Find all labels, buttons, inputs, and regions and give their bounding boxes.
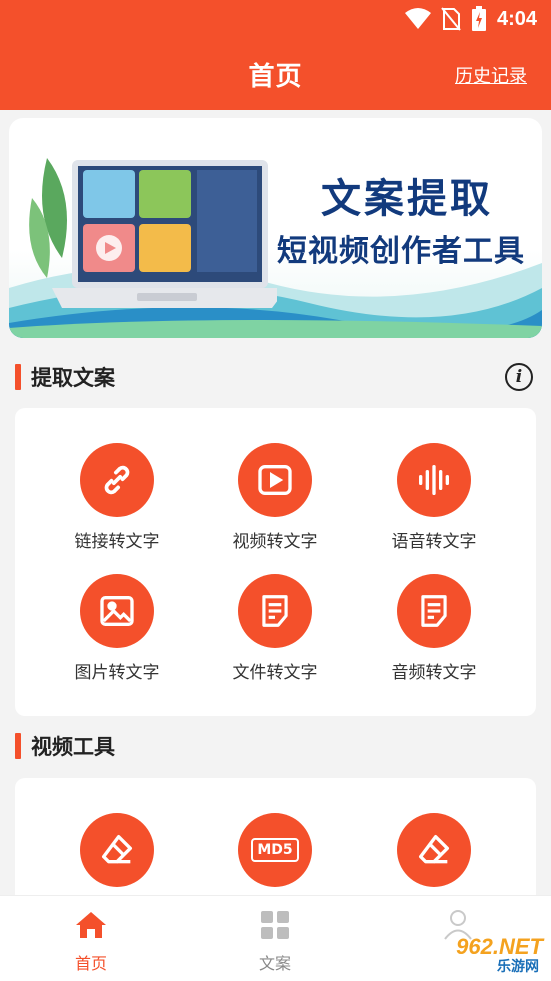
battery-charging-icon — [471, 6, 486, 31]
laptop-illustration — [29, 158, 277, 308]
watermark-subtext: 乐游网 — [497, 959, 539, 975]
section-title: 提取文案 — [31, 366, 115, 390]
nav-label: 文案 — [258, 954, 291, 973]
image-icon — [80, 574, 154, 648]
watermark-logo: 962.NET 乐游网 — [408, 934, 543, 976]
tool-label: 文件转文字 — [232, 663, 318, 683]
grid-icon — [261, 911, 289, 939]
nav-home[interactable]: 首页 — [31, 910, 151, 974]
status-bar: 4:04 — [404, 6, 537, 32]
wifi-icon — [404, 8, 431, 29]
section-accent-bar — [15, 364, 21, 390]
section-title: 视频工具 — [31, 735, 115, 759]
banner-subtitle: 短视频创作者工具 — [277, 234, 525, 269]
extract-tools-card: 链接转文字 视频转文字 语音转文字 图片转文字 文件转文字 音频转文字 — [15, 408, 536, 716]
tool-file-to-text[interactable]: 文件转文字 — [200, 574, 350, 683]
play-icon — [238, 443, 312, 517]
link-icon — [80, 443, 154, 517]
info-icon[interactable]: i — [505, 363, 533, 391]
tool-label: 链接转文字 — [74, 532, 160, 552]
tool-label: 语音转文字 — [391, 532, 477, 552]
history-link[interactable]: 历史记录 — [455, 62, 527, 88]
waveform-icon — [397, 443, 471, 517]
nav-copywriting[interactable]: 文案 — [215, 910, 335, 974]
section-header-video: 视频工具 — [15, 731, 115, 761]
promo-banner[interactable]: 文案提取 短视频创作者工具 — [9, 118, 542, 338]
clock: 4:04 — [496, 7, 537, 30]
tool-eraser-1[interactable] — [42, 813, 192, 887]
app-header: 4:04 首页 历史记录 — [0, 0, 551, 110]
tool-video-to-text[interactable]: 视频转文字 — [200, 443, 350, 552]
document-icon — [238, 574, 312, 648]
home-icon — [76, 912, 106, 938]
md5-icon: MD5 — [238, 813, 312, 887]
nav-label: 首页 — [74, 954, 107, 973]
tool-label: 音频转文字 — [391, 663, 477, 683]
eraser-icon — [80, 813, 154, 887]
tool-image-to-text[interactable]: 图片转文字 — [42, 574, 192, 683]
document-icon — [397, 574, 471, 648]
banner-title: 文案提取 — [321, 175, 493, 222]
tool-label: 图片转文字 — [74, 663, 160, 683]
md5-icon-text: MD5 — [251, 838, 299, 862]
tool-voice-to-text[interactable]: 语音转文字 — [359, 443, 509, 552]
section-accent-bar — [15, 733, 21, 759]
tool-link-to-text[interactable]: 链接转文字 — [42, 443, 192, 552]
no-sim-icon — [441, 7, 461, 31]
section-header-extract: 提取文案 — [15, 362, 115, 392]
eraser-icon — [397, 813, 471, 887]
tool-audio-to-text[interactable]: 音频转文字 — [359, 574, 509, 683]
tool-eraser-2[interactable] — [359, 813, 509, 887]
tool-md5[interactable]: MD5 — [200, 813, 350, 887]
tool-label: 视频转文字 — [232, 532, 318, 552]
